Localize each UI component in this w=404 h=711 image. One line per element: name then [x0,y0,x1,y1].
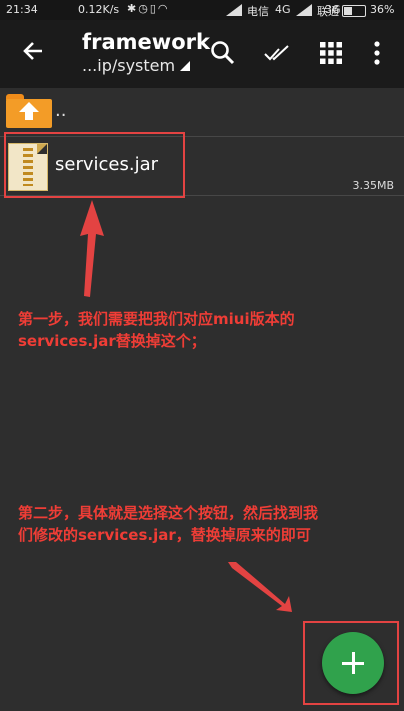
arrow-down-to-fab [228,562,292,612]
annotation-step2: 第二步，具体就是选择这个按钮，然后找到我 们修改的services.jar，替换… [18,502,318,546]
annotation-arrows [80,200,292,612]
plus-icon-vertical [352,652,355,674]
arrow-up-to-file [80,200,104,297]
annotation-step1-line1: 第一步，我们需要把我们对应miui版本的 [18,310,295,328]
annotation-step2-line2: 们修改的services.jar，替换掉原来的即可 [18,526,311,544]
annotation-step1-line2: services.jar替换掉这个； [18,332,206,350]
add-fab-button[interactable] [322,632,384,694]
annotation-step2-line1: 第二步，具体就是选择这个按钮，然后找到我 [18,504,319,522]
annotation-step1: 第一步，我们需要把我们对应miui版本的 services.jar替换掉这个； [18,308,295,352]
